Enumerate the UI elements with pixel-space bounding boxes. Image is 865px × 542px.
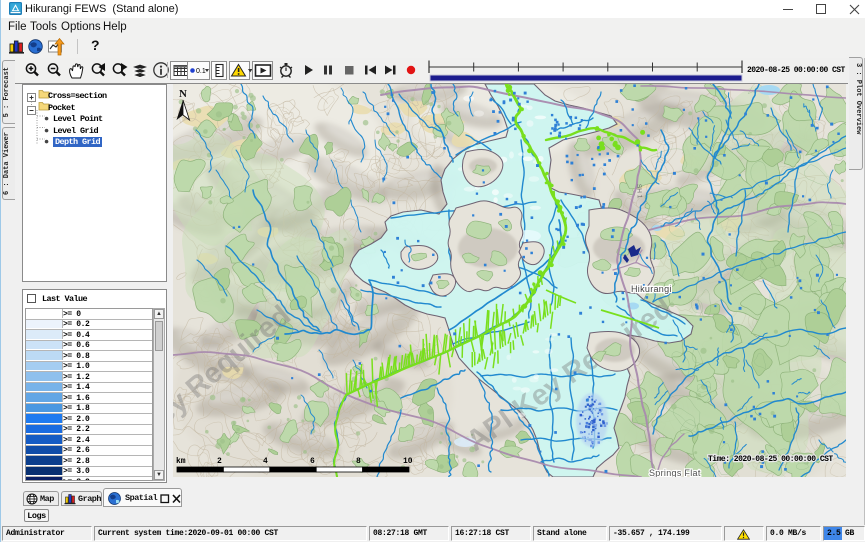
svg-text:Springs Flat: Springs Flat — [649, 468, 701, 477]
svg-text:Time: 2020-08-25 00:00:00 CST: Time: 2020-08-25 00:00:00 CST — [708, 455, 833, 464]
svg-text:8: 8 — [356, 457, 361, 466]
svg-text:N: N — [179, 88, 187, 100]
svg-text:6: 6 — [310, 457, 315, 466]
svg-text:4: 4 — [263, 457, 268, 466]
svg-text:2: 2 — [217, 457, 222, 466]
svg-text:SH 1: SH 1 — [635, 184, 643, 199]
svg-text:0.1: 0.1 — [196, 68, 206, 75]
svg-text:Hikurangi: Hikurangi — [631, 284, 672, 294]
svg-text:10: 10 — [403, 457, 413, 466]
svg-text:km: km — [176, 457, 186, 466]
